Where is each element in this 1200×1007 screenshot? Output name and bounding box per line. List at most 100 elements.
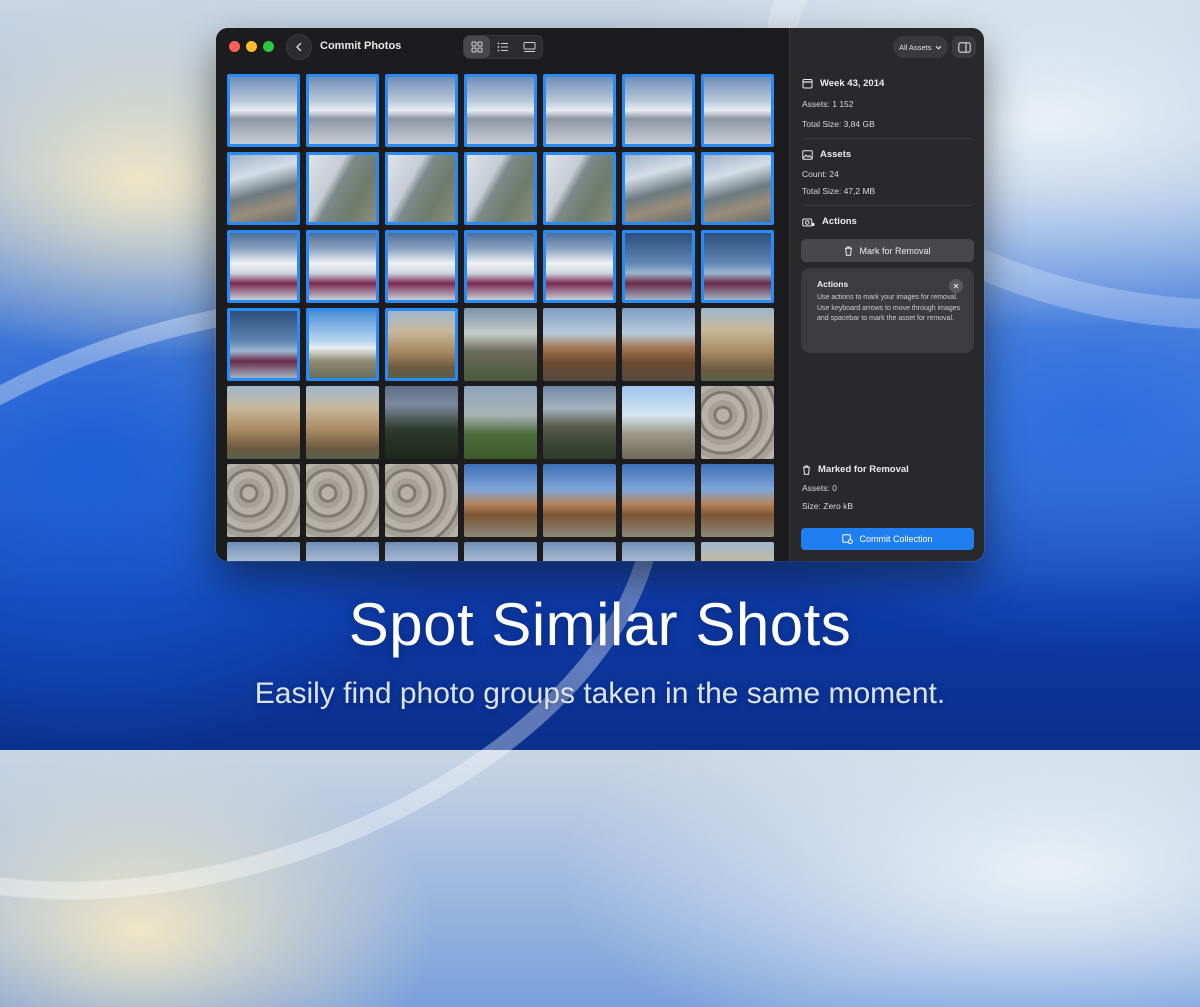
photo-grid (227, 74, 780, 561)
photo-thumbnail[interactable] (543, 230, 616, 303)
marked-assets: Assets: 0 (802, 483, 837, 493)
photo-thumbnail[interactable] (464, 74, 537, 147)
asset-filter-dropdown[interactable]: All Assets (893, 36, 948, 58)
photo-thumbnail[interactable] (543, 542, 616, 561)
camera-settings-icon (802, 218, 815, 226)
back-button[interactable] (286, 34, 312, 60)
photo-thumbnail[interactable] (622, 152, 695, 225)
help-body: Use actions to mark your images for remo… (817, 294, 961, 322)
photo-thumbnail[interactable] (227, 74, 300, 147)
minimize-window-button[interactable] (246, 41, 257, 52)
marked-section-header: Marked for Removal (802, 464, 909, 475)
marked-size: Size: Zero kB (802, 501, 854, 511)
photo-thumbnail[interactable] (227, 152, 300, 225)
photo-thumbnail[interactable] (701, 152, 774, 225)
promo-headline: Spot Similar Shots (348, 591, 852, 658)
photo-thumbnail[interactable] (622, 464, 695, 537)
photo-thumbnail[interactable] (701, 74, 774, 147)
photo-thumbnail[interactable] (385, 308, 458, 381)
mark-for-removal-button[interactable]: Mark for Removal (801, 239, 974, 262)
photo-thumbnail[interactable] (464, 152, 537, 225)
week-title: Week 43, 2014 (820, 78, 885, 89)
photo-thumbnail[interactable] (543, 74, 616, 147)
photo-thumbnail[interactable] (306, 74, 379, 147)
photo-thumbnail[interactable] (306, 542, 379, 561)
trash-icon (803, 465, 810, 475)
commit-collection-label: Commit Collection (859, 534, 933, 544)
photo-thumbnail[interactable] (464, 542, 537, 561)
photo-thumbnail[interactable] (227, 386, 300, 459)
photo-thumbnail[interactable] (622, 308, 695, 381)
photo-thumbnail[interactable] (464, 464, 537, 537)
photo-thumbnail[interactable] (227, 464, 300, 537)
photo-thumbnail[interactable] (464, 308, 537, 381)
grid-view-button[interactable] (464, 36, 490, 58)
photo-thumbnail[interactable] (622, 386, 695, 459)
photo-thumbnail[interactable] (543, 464, 616, 537)
assets-count: Count: 24 (802, 169, 839, 179)
photo-thumbnail[interactable] (701, 230, 774, 303)
titlebar: Commit Photos (216, 28, 789, 66)
zoom-window-button[interactable] (263, 41, 274, 52)
close-window-button[interactable] (229, 41, 240, 52)
main-pane: Commit Photos (216, 28, 789, 561)
photo-thumbnail[interactable] (543, 152, 616, 225)
inspector-sidebar: All Assets Week 43, 2014 Assets: 1 152 T… (789, 28, 984, 561)
asset-filter-label: All Assets (899, 42, 932, 52)
photo-thumbnail[interactable] (543, 308, 616, 381)
photo-thumbnail[interactable] (701, 308, 774, 381)
photo-thumbnail[interactable] (306, 308, 379, 381)
photo-thumbnail[interactable] (306, 464, 379, 537)
photo-thumbnail[interactable] (622, 230, 695, 303)
close-help-button[interactable] (949, 279, 963, 293)
photo-thumbnail[interactable] (306, 152, 379, 225)
actions-section-header: Actions (802, 216, 857, 227)
assets-title: Assets (820, 149, 852, 160)
calendar-icon (802, 79, 813, 89)
photo-thumbnail[interactable] (622, 74, 695, 147)
sidebar-icon (957, 41, 971, 53)
photo-thumbnail[interactable] (306, 230, 379, 303)
photo-thumbnail[interactable] (622, 542, 695, 561)
photo-icon (802, 149, 813, 160)
chevron-left-icon (296, 42, 302, 52)
photo-thumbnail[interactable] (385, 464, 458, 537)
toggle-sidebar-button[interactable] (952, 36, 976, 58)
photo-thumbnail[interactable] (543, 386, 616, 459)
sidebar-toolbar: All Assets (790, 28, 984, 66)
commit-icon (842, 534, 854, 544)
mark-for-removal-label: Mark for Removal (859, 245, 931, 256)
photo-thumbnail[interactable] (701, 464, 774, 537)
photo-thumbnail[interactable] (701, 386, 774, 459)
help-title: Actions (817, 279, 849, 289)
actions-help-popover: Actions Use actions to mark your images … (801, 268, 974, 353)
window-title: Commit Photos (320, 40, 402, 52)
gallery-view-button[interactable] (516, 36, 542, 58)
photo-thumbnail[interactable] (306, 386, 379, 459)
grid-icon (471, 41, 483, 53)
assets-size: Total Size: 47,2 MB (802, 186, 876, 196)
photo-thumbnail[interactable] (701, 542, 774, 561)
list-view-button[interactable] (490, 36, 516, 58)
close-icon (953, 283, 959, 289)
chevron-down-icon (935, 45, 941, 50)
week-section-header: Week 43, 2014 (802, 78, 884, 89)
photo-thumbnail[interactable] (227, 308, 300, 381)
photo-thumbnail[interactable] (385, 230, 458, 303)
photo-thumbnail[interactable] (385, 386, 458, 459)
photo-thumbnail[interactable] (227, 230, 300, 303)
divider (802, 205, 973, 206)
photo-thumbnail[interactable] (227, 542, 300, 561)
photo-thumbnail[interactable] (385, 542, 458, 561)
photo-thumbnail[interactable] (464, 230, 537, 303)
gallery-icon (523, 42, 535, 52)
week-assets: Assets: 1 152 (802, 99, 854, 109)
photo-thumbnail[interactable] (385, 74, 458, 147)
assets-section-header: Assets (802, 149, 851, 160)
commit-collection-button[interactable]: Commit Collection (801, 528, 974, 550)
photo-thumbnail[interactable] (464, 386, 537, 459)
divider (802, 138, 973, 139)
photo-thumbnail[interactable] (385, 152, 458, 225)
actions-title: Actions (822, 216, 857, 227)
view-mode-control (463, 35, 543, 59)
